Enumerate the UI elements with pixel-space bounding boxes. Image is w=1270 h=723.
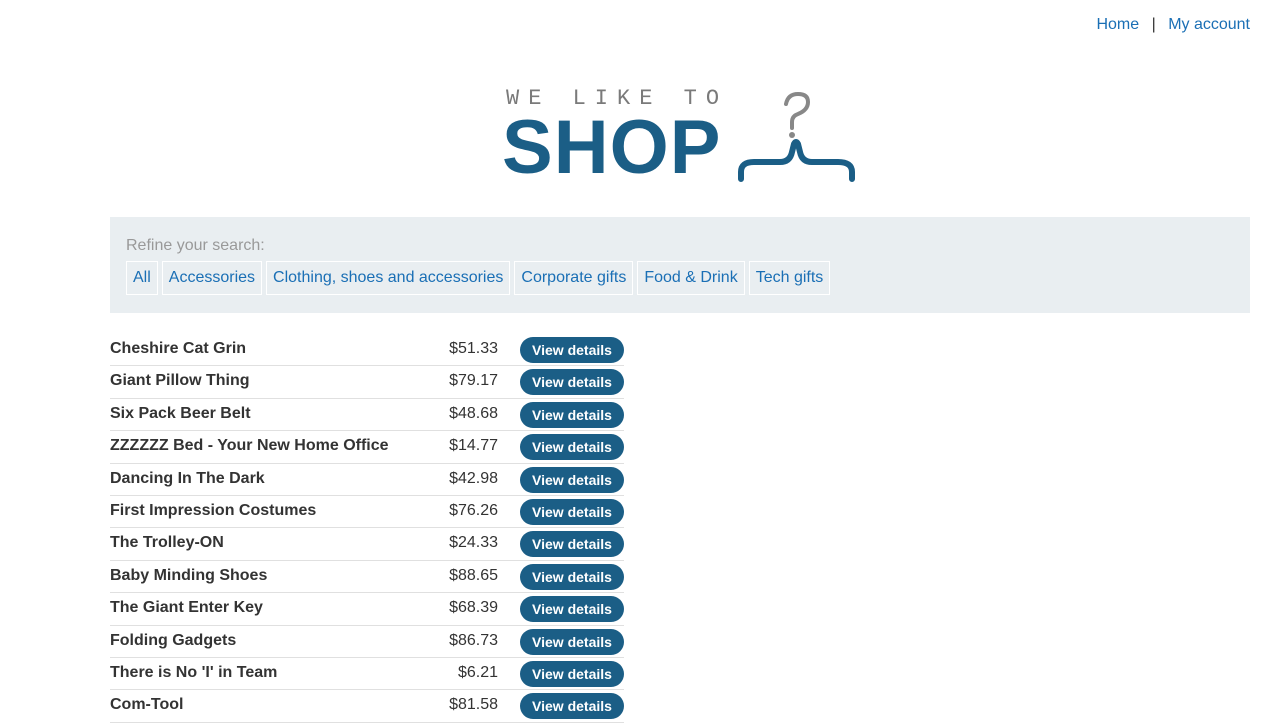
product-row: Baby Minding Shoes $88.65 View details (110, 561, 624, 594)
refine-search-panel: Refine your search: All Accessories Clot… (110, 217, 1250, 313)
filter-all[interactable]: All (126, 261, 158, 295)
product-price: $76.26 (449, 501, 498, 519)
hanger-icon (738, 91, 855, 182)
view-details-button[interactable]: View details (520, 693, 624, 720)
product-price: $24.33 (449, 534, 498, 552)
view-details-button[interactable]: View details (520, 498, 624, 525)
my-account-link[interactable]: My account (1168, 16, 1250, 33)
product-list: Cheshire Cat Grin $51.33 View details Gi… (110, 334, 624, 723)
refine-label: Refine your search: (126, 237, 265, 254)
product-name: ZZZZZZ Bed - Your New Home Office (110, 437, 389, 455)
view-details-button[interactable]: View details (520, 337, 624, 363)
product-name: First Impression Costumes (110, 501, 317, 519)
product-row: Folding Gadgets $86.73 View details (110, 626, 624, 658)
logo-wordmark: SHOP (502, 105, 722, 190)
product-price: $14.77 (449, 437, 498, 455)
product-row: First Impression Costumes $76.26 View de… (110, 496, 624, 529)
product-price: $79.17 (449, 372, 498, 390)
product-name: Giant Pillow Thing (110, 372, 250, 390)
product-price: $42.98 (449, 469, 498, 487)
product-name: Cheshire Cat Grin (110, 340, 247, 357)
product-price: $88.65 (449, 566, 498, 584)
product-price: $86.73 (449, 631, 498, 649)
product-name: The Giant Enter Key (110, 599, 263, 617)
product-name: Dancing In The Dark (110, 469, 265, 487)
product-row: Giant Pillow Thing $79.17 View details (110, 366, 624, 399)
filter-corporate-gifts[interactable]: Corporate gifts (514, 261, 634, 295)
product-price: $51.33 (449, 340, 498, 357)
product-price: $48.68 (449, 404, 498, 422)
nav-separator: | (1151, 16, 1156, 33)
view-details-button[interactable]: View details (520, 466, 624, 493)
product-name: The Trolley-ON (110, 534, 224, 552)
view-details-button[interactable]: View details (520, 660, 624, 687)
filter-tech-gifts[interactable]: Tech gifts (748, 261, 831, 295)
view-details-button[interactable]: View details (520, 628, 624, 655)
view-details-button[interactable]: View details (520, 563, 624, 590)
home-link[interactable]: Home (1096, 16, 1139, 33)
product-price: $6.21 (457, 663, 498, 681)
filter-accessories[interactable]: Accessories (161, 261, 263, 295)
view-details-button[interactable]: View details (520, 434, 624, 461)
product-row: The Trolley-ON $24.33 View details (110, 528, 624, 561)
filter-food-drink[interactable]: Food & Drink (637, 261, 745, 295)
view-details-button[interactable]: View details (520, 531, 624, 558)
category-filters: All Accessories Clothing, shoes and acce… (126, 261, 831, 295)
view-details-button[interactable]: View details (520, 596, 624, 623)
product-name: Baby Minding Shoes (110, 566, 268, 584)
product-row: Cheshire Cat Grin $51.33 View details (110, 334, 624, 367)
filter-clothing[interactable]: Clothing, shoes and accessories (266, 261, 511, 295)
product-row: Com-Tool $81.58 View details (110, 690, 624, 723)
view-details-button[interactable]: View details (520, 369, 624, 396)
product-row: Six Pack Beer Belt $48.68 View details (110, 399, 624, 432)
product-row: The Giant Enter Key $68.39 View details (110, 593, 624, 626)
top-nav: Home | My account (1096, 16, 1250, 34)
product-name: Folding Gadgets (110, 631, 237, 649)
product-name: There is No 'I' in Team (110, 663, 278, 681)
product-row: There is No 'I' in Team $6.21 View detai… (110, 658, 624, 691)
product-row: Dancing In The Dark $42.98 View details (110, 464, 624, 496)
view-details-button[interactable]: View details (520, 401, 624, 428)
site-logo: WE LIKE TO SHOP (500, 84, 860, 190)
product-name: Six Pack Beer Belt (110, 404, 251, 422)
product-price: $68.39 (449, 599, 498, 617)
product-row: ZZZZZZ Bed - Your New Home Office $14.77… (110, 431, 624, 464)
